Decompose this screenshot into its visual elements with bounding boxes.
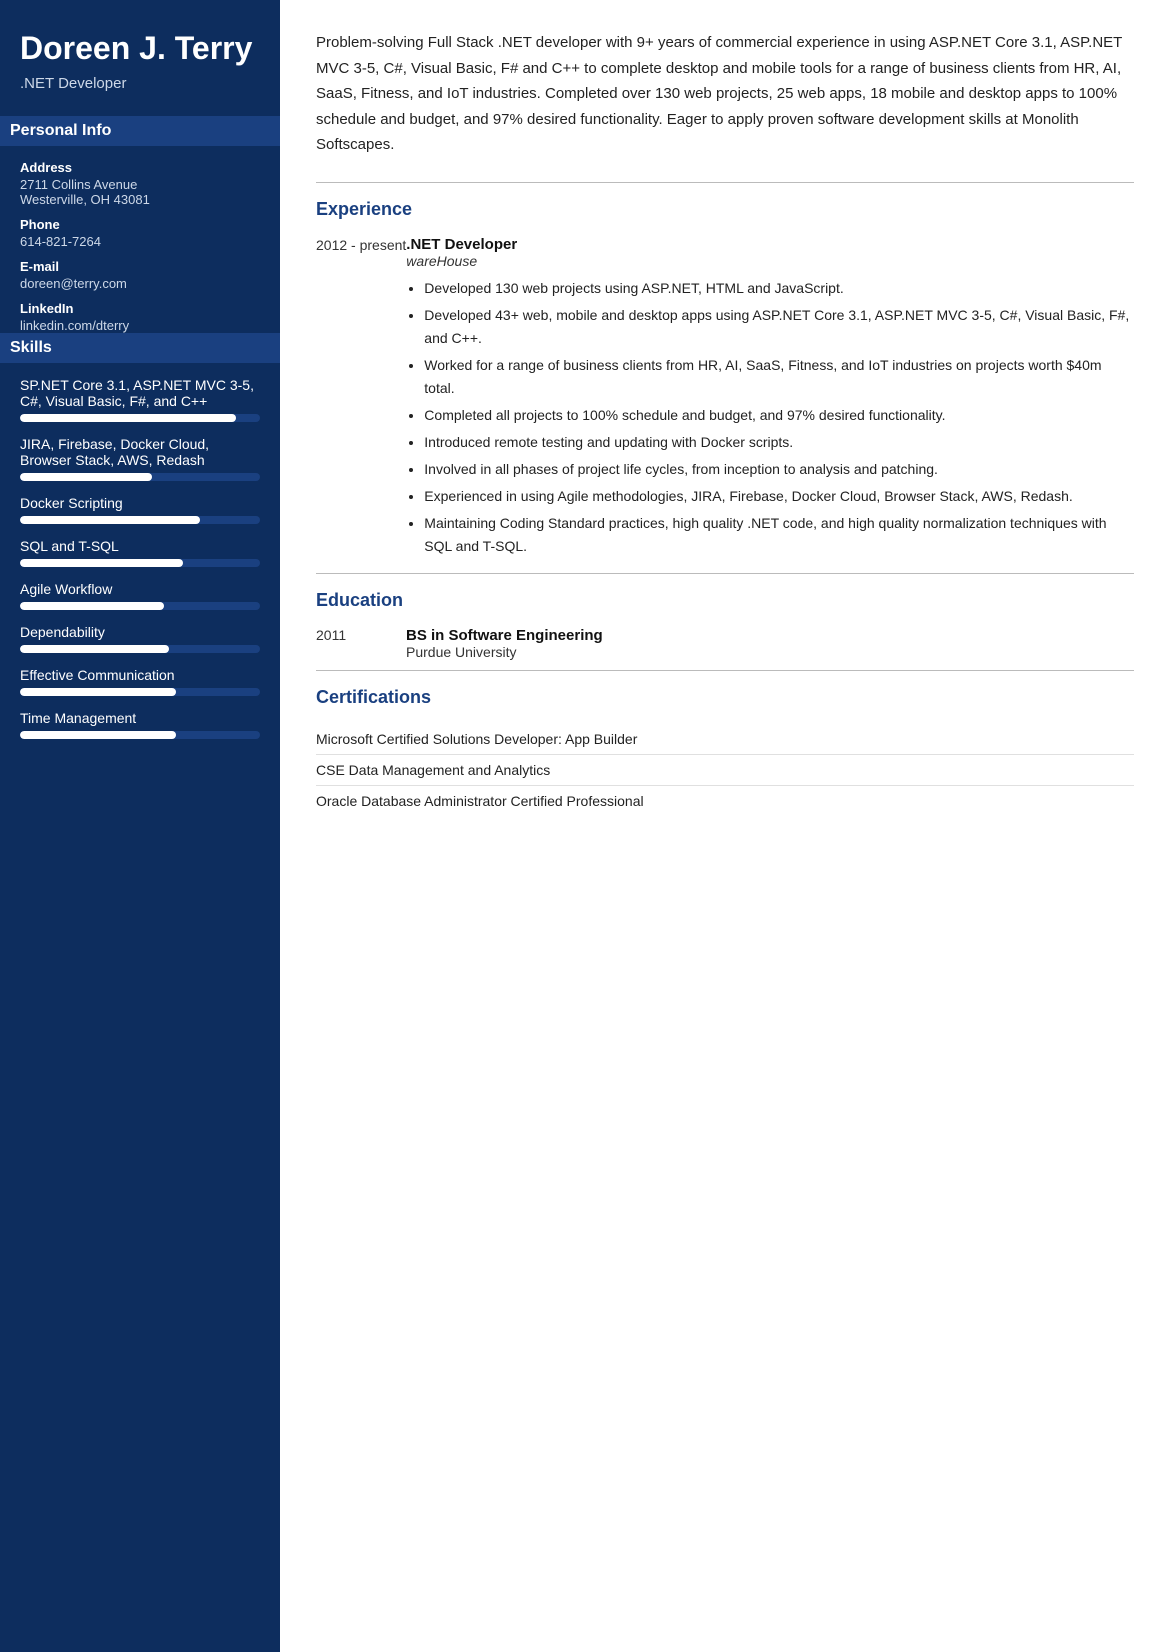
phone-value: 614-821-7264: [20, 234, 260, 249]
skill-bar-bg: [20, 414, 260, 422]
list-item: Involved in all phases of project life c…: [424, 458, 1134, 481]
skill-bar-fill: [20, 602, 164, 610]
skill-bar-bg: [20, 688, 260, 696]
skill-name: Dependability: [20, 624, 260, 640]
certifications-divider: [316, 670, 1134, 671]
list-item: Completed all projects to 100% schedule …: [424, 404, 1134, 427]
certifications-header: Certifications: [316, 687, 1134, 708]
experience-container: 2012 - present.NET DeveloperwareHouse Dev…: [316, 236, 1134, 563]
skill-item: Agile Workflow: [20, 581, 260, 610]
skill-item: Effective Communication: [20, 667, 260, 696]
email-value: doreen@terry.com: [20, 276, 260, 291]
linkedin-label: LinkedIn: [20, 301, 260, 316]
education-block: 2011BS in Software EngineeringPurdue Uni…: [316, 627, 1134, 660]
address-label: Address: [20, 160, 260, 175]
skill-name: Docker Scripting: [20, 495, 260, 511]
skill-bar-fill: [20, 414, 236, 422]
skill-bar-fill: [20, 731, 176, 739]
skill-item: SP.NET Core 3.1, ASP.NET MVC 3-5, C#, Vi…: [20, 377, 260, 422]
list-item: Worked for a range of business clients f…: [424, 354, 1134, 400]
list-item: Developed 130 web projects using ASP.NET…: [424, 277, 1134, 300]
resume-container: Doreen J. Terry .NET Developer Personal …: [0, 0, 1170, 1652]
skill-bar-fill: [20, 516, 200, 524]
skill-bar-fill: [20, 559, 183, 567]
list-item: Maintaining Coding Standard practices, h…: [424, 512, 1134, 558]
education-divider: [316, 573, 1134, 574]
skill-bar-bg: [20, 516, 260, 524]
education-container: 2011BS in Software EngineeringPurdue Uni…: [316, 627, 1134, 660]
experience-block: 2012 - present.NET DeveloperwareHouse Dev…: [316, 236, 1134, 563]
summary-text: Problem-solving Full Stack .NET develope…: [316, 30, 1134, 158]
certification-item: Microsoft Certified Solutions Developer:…: [316, 724, 1134, 755]
personal-info-header: Personal Info: [0, 116, 280, 146]
skill-item: Time Management: [20, 710, 260, 739]
list-item: Experienced in using Agile methodologies…: [424, 485, 1134, 508]
skill-bar-bg: [20, 559, 260, 567]
skill-bar-fill: [20, 688, 176, 696]
linkedin-value: linkedin.com/dterry: [20, 318, 260, 333]
experience-divider: [316, 182, 1134, 183]
list-item: Introduced remote testing and updating w…: [424, 431, 1134, 454]
skills-header: Skills: [0, 333, 280, 363]
certifications-container: Microsoft Certified Solutions Developer:…: [316, 724, 1134, 816]
certification-item: Oracle Database Administrator Certified …: [316, 786, 1134, 816]
skill-bar-bg: [20, 645, 260, 653]
skill-bar-fill: [20, 645, 169, 653]
skill-bar-bg: [20, 731, 260, 739]
candidate-name: Doreen J. Terry: [20, 30, 260, 67]
address-line1: 2711 Collins Avenue: [20, 177, 260, 192]
address-line2: Westerville, OH 43081: [20, 192, 260, 207]
candidate-title: .NET Developer: [20, 75, 260, 92]
exp-company: wareHouse: [406, 253, 1134, 269]
certification-item: CSE Data Management and Analytics: [316, 755, 1134, 786]
skill-name: Time Management: [20, 710, 260, 726]
skill-name: SQL and T-SQL: [20, 538, 260, 554]
skill-item: SQL and T-SQL: [20, 538, 260, 567]
main-content: Problem-solving Full Stack .NET develope…: [280, 0, 1170, 1652]
email-label: E-mail: [20, 259, 260, 274]
skills-section: SP.NET Core 3.1, ASP.NET MVC 3-5, C#, Vi…: [20, 377, 260, 739]
education-header: Education: [316, 590, 1134, 611]
exp-job-title: .NET Developer: [406, 236, 1134, 253]
edu-degree: BS in Software Engineering: [406, 627, 603, 644]
exp-details: .NET DeveloperwareHouse Developed 130 web…: [406, 236, 1134, 563]
phone-label: Phone: [20, 217, 260, 232]
exp-bullets: Developed 130 web projects using ASP.NET…: [406, 277, 1134, 559]
skill-item: Dependability: [20, 624, 260, 653]
skill-bar-bg: [20, 602, 260, 610]
exp-dates: 2012 - present: [316, 236, 406, 563]
sidebar: Doreen J. Terry .NET Developer Personal …: [0, 0, 280, 1652]
skill-item: JIRA, Firebase, Docker Cloud, Browser St…: [20, 436, 260, 481]
skill-name: Agile Workflow: [20, 581, 260, 597]
skill-item: Docker Scripting: [20, 495, 260, 524]
skill-bar-bg: [20, 473, 260, 481]
skill-name: Effective Communication: [20, 667, 260, 683]
skill-bar-fill: [20, 473, 152, 481]
edu-year: 2011: [316, 627, 406, 660]
skill-name: JIRA, Firebase, Docker Cloud, Browser St…: [20, 436, 260, 468]
edu-school: Purdue University: [406, 644, 603, 660]
edu-details: BS in Software EngineeringPurdue Univers…: [406, 627, 603, 660]
skill-name: SP.NET Core 3.1, ASP.NET MVC 3-5, C#, Vi…: [20, 377, 260, 409]
list-item: Developed 43+ web, mobile and desktop ap…: [424, 304, 1134, 350]
experience-header: Experience: [316, 199, 1134, 220]
